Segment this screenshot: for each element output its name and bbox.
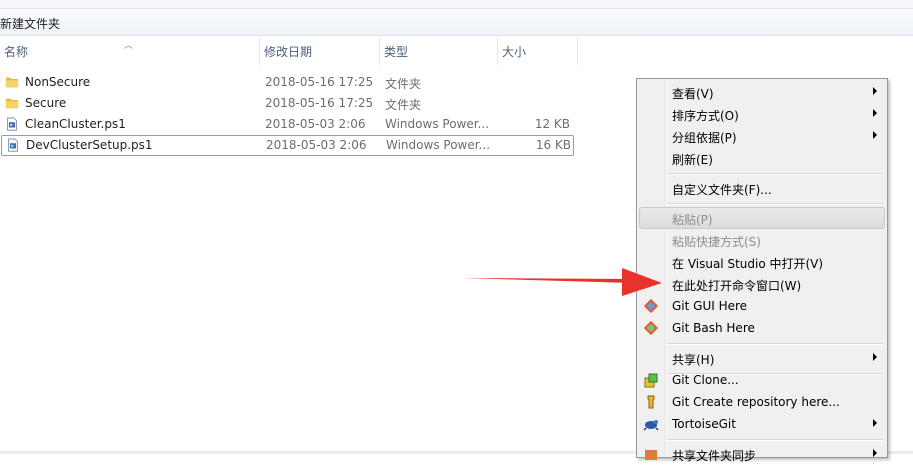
annotation-arrow-shaft [462,278,632,283]
menu-separator [667,439,883,441]
window-top-strip [0,0,913,9]
file-size: 12 KB [534,117,570,131]
submenu-arrow-icon [873,87,877,95]
folder-icon [5,98,19,109]
file-row[interactable]: CleanCluster.ps1 2018-05-03 2:06 Windows… [0,114,580,135]
menu-item-sort-by[interactable]: 排序方式(O) [639,103,885,125]
menu-item-tortoisegit[interactable]: TortoiseGit [639,413,885,435]
tortoisegit-create-repo-icon [647,395,655,409]
menu-item-git-create-repository[interactable]: Git Create repository here... [639,391,885,413]
git-gui-icon [643,298,659,314]
column-header-size[interactable]: 大小 [498,37,578,65]
menu-item-git-bash-here[interactable]: Git Bash Here [639,317,885,339]
shared-folder-sync-icon [645,450,657,460]
submenu-arrow-icon [873,109,877,117]
column-header-row: 名称 修改日期 类型 大小 [0,37,913,65]
submenu-arrow-icon [873,419,877,427]
menu-item-label: Git GUI Here [672,299,748,313]
file-name: CleanCluster.ps1 [25,117,126,131]
git-bash-icon [643,320,659,336]
menu-item-label: TortoiseGit [672,417,736,431]
file-name: DevClusterSetup.ps1 [26,138,153,152]
menu-item-paste-shortcut[interactable]: 粘贴快捷方式(S) [639,229,885,251]
menu-item-label: 排序方式(O) [672,109,739,123]
file-name: NonSecure [25,75,91,89]
menu-item-label: 刷新(E) [672,153,713,167]
file-date: 2018-05-16 17:25 [265,96,374,110]
menu-separator [667,343,883,345]
address-path: 新建文件夹 [0,17,61,31]
tortoisegit-clone-icon [644,373,658,388]
file-size: 16 KB [535,138,571,152]
menu-item-customize-folder[interactable]: 自定义文件夹(F)... [639,177,885,199]
menu-separator [667,203,883,205]
file-row[interactable]: NonSecure 2018-05-16 17:25 文件夹 [0,72,580,93]
annotation-arrow-icon [462,268,662,296]
menu-item-label: Git Clone... [672,373,739,387]
file-type: 文件夹 [385,77,422,91]
menu-item-paste[interactable]: 粘贴(P) [639,207,885,229]
menu-item-git-gui-here[interactable]: Git GUI Here [639,295,885,317]
menu-item-refresh[interactable]: 刷新(E) [639,147,885,169]
folder-icon [5,77,19,88]
menu-item-label: 共享文件夹同步 [672,449,757,463]
file-name: Secure [25,96,67,110]
menu-item-label: 查看(V) [672,87,714,101]
file-type: Windows Power... [386,138,491,152]
menu-item-shared-folder-sync[interactable]: 共享文件夹同步 [639,443,885,465]
column-header-date[interactable]: 修改日期 [260,37,380,65]
menu-separator [667,173,883,175]
menu-item-view[interactable]: 查看(V) [639,81,885,103]
file-row-selected[interactable]: DevClusterSetup.ps1 2018-05-03 2:06 Wind… [1,135,574,156]
menu-item-label: 粘贴(P) [672,213,713,227]
menu-item-group-by[interactable]: 分组依据(P) [639,125,885,147]
menu-item-git-clone[interactable]: Git Clone... [639,369,885,391]
menu-item-label: 分组依据(P) [672,131,737,145]
submenu-arrow-icon [873,131,877,139]
menu-item-open-command-window-here[interactable]: 在此处打开命令窗口(W) [639,273,885,295]
menu-item-label: 共享(H) [672,353,715,367]
submenu-arrow-icon [873,449,877,457]
menu-item-label: Git Bash Here [672,321,755,335]
powershell-file-icon [8,138,18,152]
file-type: Windows Power... [385,117,490,131]
menu-item-label: 在 Visual Studio 中打开(V) [672,257,824,271]
menu-item-label: 粘贴快捷方式(S) [672,235,761,249]
submenu-arrow-icon [873,353,877,361]
context-menu: 查看(V) 排序方式(O) 分组依据(P) 刷新(E) 自定义文件夹(F)...… [636,78,888,463]
file-type: 文件夹 [385,98,422,112]
menu-item-share[interactable]: 共享(H) [639,347,885,369]
file-date: 2018-05-03 2:06 [265,117,366,131]
menu-item-label: 在此处打开命令窗口(W) [672,279,802,293]
tortoisegit-icon [643,420,659,431]
file-date: 2018-05-16 17:25 [265,75,374,89]
powershell-file-icon [7,117,17,131]
file-date: 2018-05-03 2:06 [266,138,367,152]
file-row[interactable]: Secure 2018-05-16 17:25 文件夹 [0,93,580,114]
address-bar[interactable]: 新建文件夹 [0,9,913,36]
sort-ascending-icon: ︿ [124,41,134,51]
menu-item-label: Git Create repository here... [672,395,840,409]
menu-item-open-in-visual-studio[interactable]: 在 Visual Studio 中打开(V) [639,251,885,273]
annotation-arrow-head [622,268,662,296]
menu-item-label: 自定义文件夹(F)... [672,183,772,197]
column-header-type[interactable]: 类型 [380,37,498,65]
